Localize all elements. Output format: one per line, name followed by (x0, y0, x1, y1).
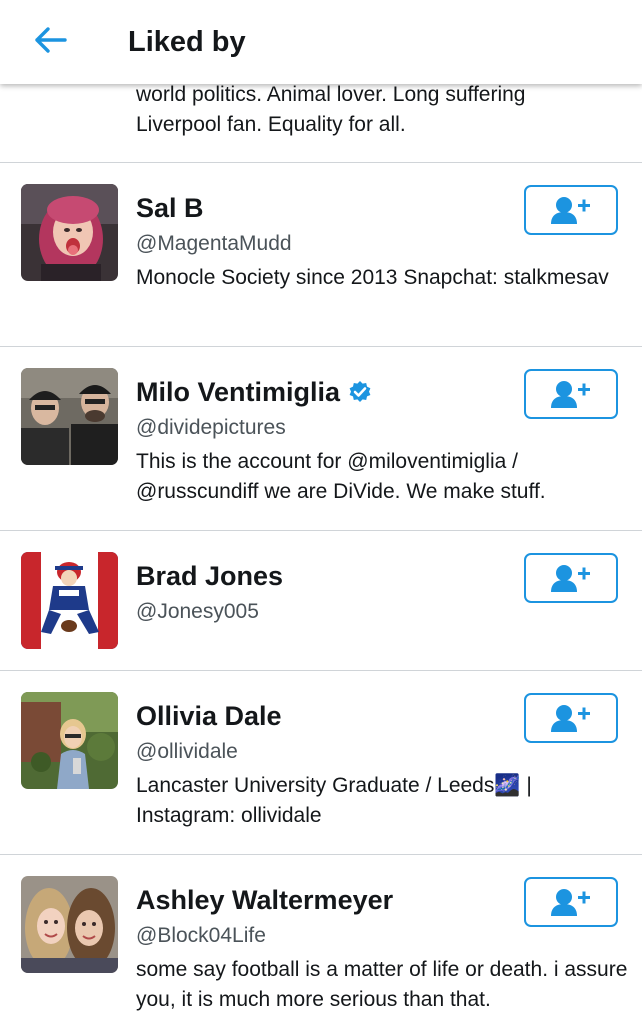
follow-button[interactable] (524, 553, 618, 603)
avatar[interactable] (21, 692, 118, 789)
user-handle: @Block04Life (136, 924, 266, 947)
follow-button[interactable] (524, 185, 618, 235)
add-user-icon (551, 381, 590, 408)
follow-button[interactable] (524, 693, 618, 743)
add-user-icon (551, 889, 590, 916)
name-line: Milo Ventimiglia (136, 374, 372, 410)
arrow-left-icon (35, 27, 67, 53)
verified-badge-icon (349, 381, 371, 402)
top-app-bar: Liked by (0, 0, 642, 84)
liked-by-screen: world politics. Animal lover. Long suffe… (0, 0, 642, 1024)
user-bio: some say football is a matter of life or… (136, 958, 628, 1011)
avatar[interactable] (21, 184, 118, 281)
add-user-icon (551, 705, 590, 732)
user-row[interactable]: Ashley Waltermeyer @Block04Life some say… (0, 855, 642, 1024)
follow-button[interactable] (524, 877, 618, 927)
user-name[interactable]: Sal B (136, 190, 204, 226)
user-handle: @MagentaMudd (136, 232, 292, 255)
user-name[interactable]: Ashley Waltermeyer (136, 882, 393, 918)
name-line: Sal B (136, 190, 204, 226)
name-line: Brad Jones (136, 558, 283, 594)
add-user-icon (551, 565, 590, 592)
follow-button[interactable] (524, 369, 618, 419)
name-line: Ollivia Dale (136, 698, 282, 734)
user-row[interactable]: Brad Jones @Jonesy005 (0, 531, 642, 670)
user-bio: This is the account for @miloventimiglia… (136, 450, 546, 503)
user-row[interactable]: Ollivia Dale @ollividale Lancaster Unive… (0, 671, 642, 854)
user-handle: @Jonesy005 (136, 600, 259, 623)
avatar[interactable] (21, 876, 118, 973)
page-title: Liked by (128, 26, 246, 58)
partial-user-bio: world politics. Animal lover. Long suffe… (136, 83, 526, 136)
user-handle: @ollividale (136, 740, 238, 763)
back-button[interactable] (28, 18, 72, 62)
user-handle: @dividepictures (136, 416, 286, 439)
user-row[interactable]: Sal B @MagentaMudd Monocle Society since… (0, 163, 642, 346)
avatar[interactable] (21, 552, 118, 649)
user-bio: Monocle Society since 2013 Snapchat: sta… (136, 266, 609, 289)
add-user-icon (551, 197, 590, 224)
user-name[interactable]: Ollivia Dale (136, 698, 282, 734)
name-line: Ashley Waltermeyer (136, 882, 393, 918)
user-name[interactable]: Milo Ventimiglia (136, 374, 340, 410)
user-row[interactable]: Milo Ventimiglia @dividepictures This is… (0, 347, 642, 530)
avatar[interactable] (21, 368, 118, 465)
user-bio: Lancaster University Graduate / Leeds🌌 |… (136, 774, 532, 827)
user-name[interactable]: Brad Jones (136, 558, 283, 594)
